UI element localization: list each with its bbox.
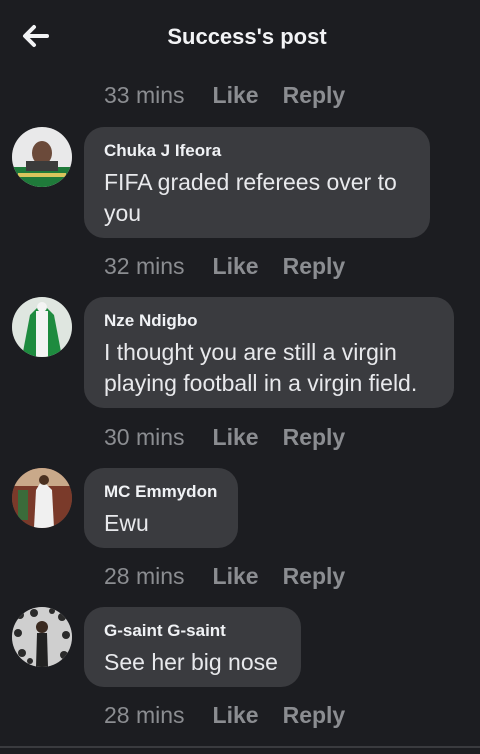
- comment-bubble: G-saint G-saint See her big nose: [84, 607, 301, 687]
- like-button[interactable]: Like: [213, 424, 259, 451]
- reply-button[interactable]: Reply: [283, 424, 346, 451]
- divider: [0, 746, 480, 748]
- comment-time: 28 mins: [104, 563, 185, 589]
- comment-bubble: Chuka J Ifeora FIFA graded referees over…: [84, 127, 430, 238]
- comment-author[interactable]: Chuka J Ifeora: [104, 141, 410, 161]
- comment-bubble: Nze Ndigbo I thought you are still a vir…: [84, 297, 454, 408]
- reply-button[interactable]: Reply: [283, 82, 346, 109]
- comment-time: 32 mins: [104, 253, 185, 279]
- avatar-image: [12, 297, 72, 357]
- comment-text: See her big nose: [104, 649, 278, 675]
- like-button[interactable]: Like: [213, 253, 259, 280]
- avatar[interactable]: [12, 127, 72, 187]
- page-title: Success's post: [167, 24, 327, 49]
- avatar-image: [12, 607, 72, 667]
- reply-button[interactable]: Reply: [283, 563, 346, 590]
- comment-author[interactable]: MC Emmydon: [104, 482, 218, 502]
- comment-text: I thought you are still a virgin playing…: [104, 339, 418, 396]
- comment-time: 28 mins: [104, 702, 185, 728]
- comment-time: 30 mins: [104, 424, 185, 450]
- comment-bubble: MC Emmydon Ewu: [84, 468, 238, 548]
- avatar-image: [12, 468, 72, 528]
- comment-actions: 28 mins Like Reply: [104, 702, 345, 729]
- top-bar: Success's post: [0, 0, 480, 72]
- like-button[interactable]: Like: [213, 82, 259, 109]
- like-button[interactable]: Like: [213, 702, 259, 729]
- reply-button[interactable]: Reply: [283, 253, 346, 280]
- comment-text: Ewu: [104, 510, 149, 536]
- comment-actions: 30 mins Like Reply: [104, 424, 345, 451]
- comment-time: 33 mins: [104, 82, 185, 108]
- reply-button[interactable]: Reply: [283, 702, 346, 729]
- comment-text: FIFA graded referees over to you: [104, 169, 397, 226]
- comment-actions: 28 mins Like Reply: [104, 563, 345, 590]
- comment-actions: 33 mins Like Reply: [104, 82, 345, 109]
- comment-actions: 32 mins Like Reply: [104, 253, 345, 280]
- like-button[interactable]: Like: [213, 563, 259, 590]
- avatar[interactable]: [12, 297, 72, 357]
- avatar-image: [12, 127, 72, 187]
- avatar[interactable]: [12, 607, 72, 667]
- comment-author[interactable]: Nze Ndigbo: [104, 311, 434, 331]
- avatar[interactable]: [12, 468, 72, 528]
- comment-author[interactable]: G-saint G-saint: [104, 621, 281, 641]
